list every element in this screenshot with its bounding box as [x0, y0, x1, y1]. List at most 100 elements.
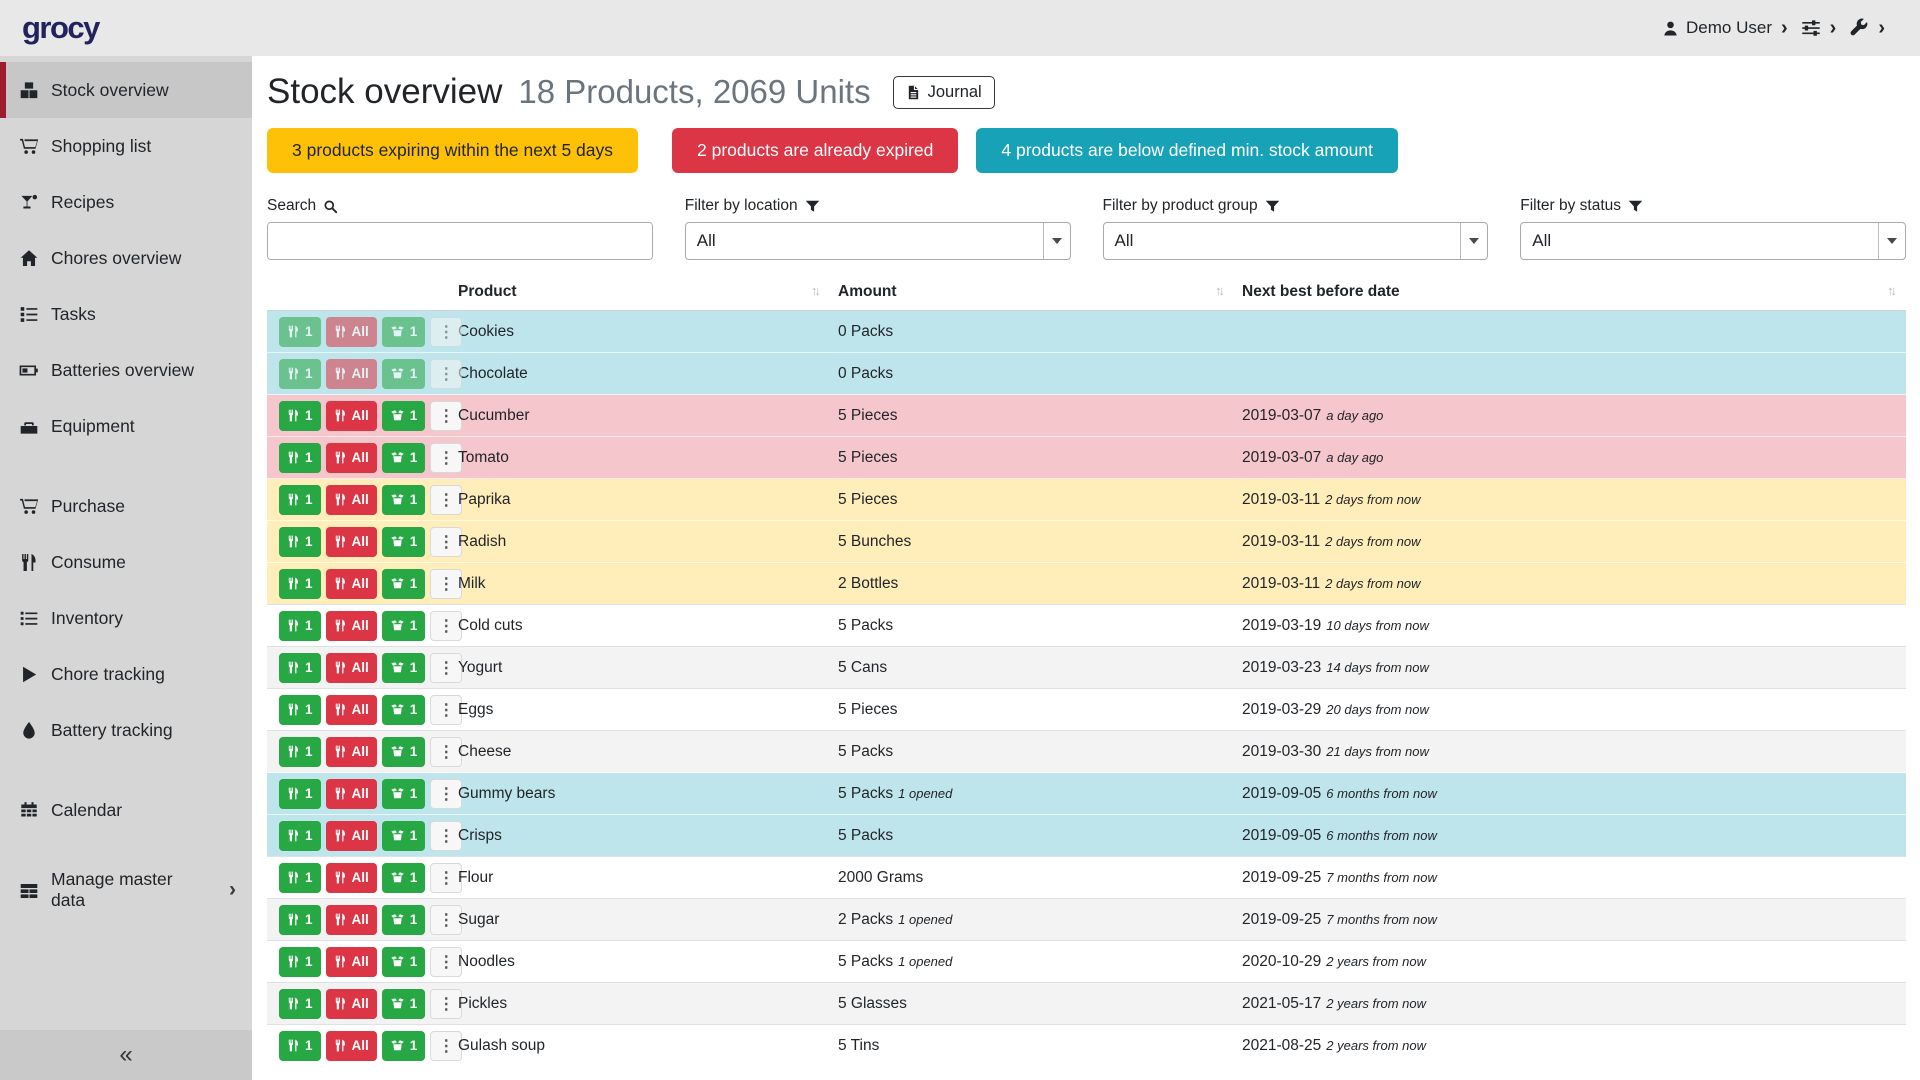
- date-note: 6 months from now: [1326, 828, 1437, 843]
- filter-status-select[interactable]: All: [1520, 222, 1906, 260]
- consume-one-button[interactable]: 1: [279, 359, 321, 389]
- utensils-icon: [334, 577, 347, 590]
- open-one-button[interactable]: 1: [382, 569, 426, 599]
- best-before-cell: 2020-10-292 years from now: [1234, 941, 1906, 983]
- open-one-button[interactable]: 1: [382, 359, 426, 389]
- product-column-header[interactable]: Product ↑↓: [450, 274, 830, 311]
- sidebar-item-chores-overview[interactable]: Chores overview: [0, 230, 252, 286]
- consume-one-button[interactable]: 1: [279, 737, 321, 767]
- sidebar-item-recipes[interactable]: Recipes: [0, 174, 252, 230]
- best-before-cell: 2019-03-112 days from now: [1234, 479, 1906, 521]
- box-open-icon: [390, 577, 405, 590]
- consume-all-button[interactable]: All: [326, 359, 377, 389]
- consume-one-button[interactable]: 1: [279, 779, 321, 809]
- sidebar-item-stock-overview[interactable]: Stock overview: [0, 62, 252, 118]
- filter-location-select[interactable]: All: [685, 222, 1071, 260]
- admin-menu[interactable]: [1849, 18, 1869, 38]
- open-one-button[interactable]: 1: [382, 863, 426, 893]
- consume-one-button[interactable]: 1: [279, 317, 321, 347]
- top-bar: grocy Demo User › › ›: [0, 0, 1920, 56]
- consume-all-button[interactable]: All: [326, 401, 377, 431]
- consume-all-button[interactable]: All: [326, 779, 377, 809]
- open-one-button[interactable]: 1: [382, 527, 426, 557]
- status-alert-button[interactable]: 3 products expiring within the next 5 da…: [267, 128, 638, 173]
- search-input[interactable]: [268, 223, 652, 259]
- consume-one-button[interactable]: 1: [279, 527, 321, 557]
- consume-all-button[interactable]: All: [326, 989, 377, 1019]
- consume-all-button[interactable]: All: [326, 737, 377, 767]
- amount-cell: 5 Pieces: [830, 437, 1234, 479]
- filter-product-group-select[interactable]: All: [1103, 222, 1489, 260]
- sidebar-item-manage-master-data[interactable]: Manage master data ›: [0, 862, 252, 918]
- consume-one-button[interactable]: 1: [279, 443, 321, 473]
- consume-one-button[interactable]: 1: [279, 569, 321, 599]
- consume-all-button[interactable]: All: [326, 863, 377, 893]
- box-open-icon: [390, 535, 405, 548]
- consume-one-button[interactable]: 1: [279, 695, 321, 725]
- sidebar-item-purchase[interactable]: Purchase: [0, 478, 252, 534]
- open-one-button[interactable]: 1: [382, 905, 426, 935]
- row-menu-button[interactable]: ⋮: [430, 317, 462, 347]
- open-one-button[interactable]: 1: [382, 779, 426, 809]
- consume-one-button[interactable]: 1: [279, 653, 321, 683]
- consume-one-button[interactable]: 1: [279, 401, 321, 431]
- consume-all-button[interactable]: All: [326, 821, 377, 851]
- consume-one-button[interactable]: 1: [279, 821, 321, 851]
- status-alert-button[interactable]: 4 products are below defined min. stock …: [976, 128, 1398, 173]
- sidebar-item-shopping-list[interactable]: Shopping list: [0, 118, 252, 174]
- consume-one-button[interactable]: 1: [279, 989, 321, 1019]
- consume-all-button[interactable]: All: [326, 905, 377, 935]
- row-menu-button[interactable]: ⋮: [430, 359, 462, 389]
- consume-all-button[interactable]: All: [326, 485, 377, 515]
- sidebar-item-inventory[interactable]: Inventory: [0, 590, 252, 646]
- open-one-button[interactable]: 1: [382, 653, 426, 683]
- wrench-icon: [1849, 18, 1869, 38]
- sidebar-item-equipment[interactable]: Equipment: [0, 398, 252, 454]
- consume-one-button[interactable]: 1: [279, 947, 321, 977]
- grocy-logo[interactable]: grocy: [22, 10, 99, 46]
- sidebar-collapse-button[interactable]: «: [0, 1030, 252, 1080]
- sidebar-item-consume[interactable]: Consume: [0, 534, 252, 590]
- user-menu[interactable]: Demo User: [1662, 18, 1772, 38]
- status-alert-button[interactable]: 2 products are already expired: [672, 128, 958, 173]
- consume-one-button[interactable]: 1: [279, 1031, 321, 1061]
- open-one-button[interactable]: 1: [382, 737, 426, 767]
- sidebar-item-calendar[interactable]: Calendar: [0, 782, 252, 838]
- date-note: 7 months from now: [1326, 870, 1437, 885]
- consume-all-button[interactable]: All: [326, 569, 377, 599]
- sidebar-item-tasks[interactable]: Tasks: [0, 286, 252, 342]
- open-one-button[interactable]: 1: [382, 1031, 426, 1061]
- consume-all-button[interactable]: All: [326, 653, 377, 683]
- open-one-button[interactable]: 1: [382, 317, 426, 347]
- settings-menu[interactable]: [1801, 18, 1821, 38]
- sidebar-item-battery-tracking[interactable]: Battery tracking: [0, 702, 252, 758]
- consume-all-button[interactable]: All: [326, 947, 377, 977]
- consume-all-button[interactable]: All: [326, 611, 377, 641]
- open-one-button[interactable]: 1: [382, 443, 426, 473]
- open-one-button[interactable]: 1: [382, 611, 426, 641]
- open-one-button[interactable]: 1: [382, 401, 426, 431]
- open-one-button[interactable]: 1: [382, 947, 426, 977]
- open-one-button[interactable]: 1: [382, 695, 426, 725]
- best-before-cell: 2021-08-252 years from now: [1234, 1025, 1906, 1067]
- sidebar-item-chore-tracking[interactable]: Chore tracking: [0, 646, 252, 702]
- consume-all-button[interactable]: All: [326, 1031, 377, 1061]
- table-row: 1 All 1 ⋮: [267, 563, 1906, 605]
- open-one-button[interactable]: 1: [382, 485, 426, 515]
- consume-one-button[interactable]: 1: [279, 611, 321, 641]
- consume-all-button[interactable]: All: [326, 527, 377, 557]
- consume-one-button[interactable]: 1: [279, 863, 321, 893]
- consume-all-button[interactable]: All: [326, 443, 377, 473]
- open-one-button[interactable]: 1: [382, 989, 426, 1019]
- best-before-cell: 2019-09-257 months from now: [1234, 857, 1906, 899]
- consume-all-button[interactable]: All: [326, 695, 377, 725]
- date-column-header[interactable]: Next best before date ↑↓: [1234, 274, 1906, 311]
- amount-cell: 5 Packs1 opened: [830, 941, 1234, 983]
- amount-column-header[interactable]: Amount ↑↓: [830, 274, 1234, 311]
- journal-button[interactable]: Journal: [893, 76, 995, 109]
- open-one-button[interactable]: 1: [382, 821, 426, 851]
- sidebar-item-batteries-overview[interactable]: Batteries overview: [0, 342, 252, 398]
- consume-one-button[interactable]: 1: [279, 905, 321, 935]
- consume-all-button[interactable]: All: [326, 317, 377, 347]
- consume-one-button[interactable]: 1: [279, 485, 321, 515]
